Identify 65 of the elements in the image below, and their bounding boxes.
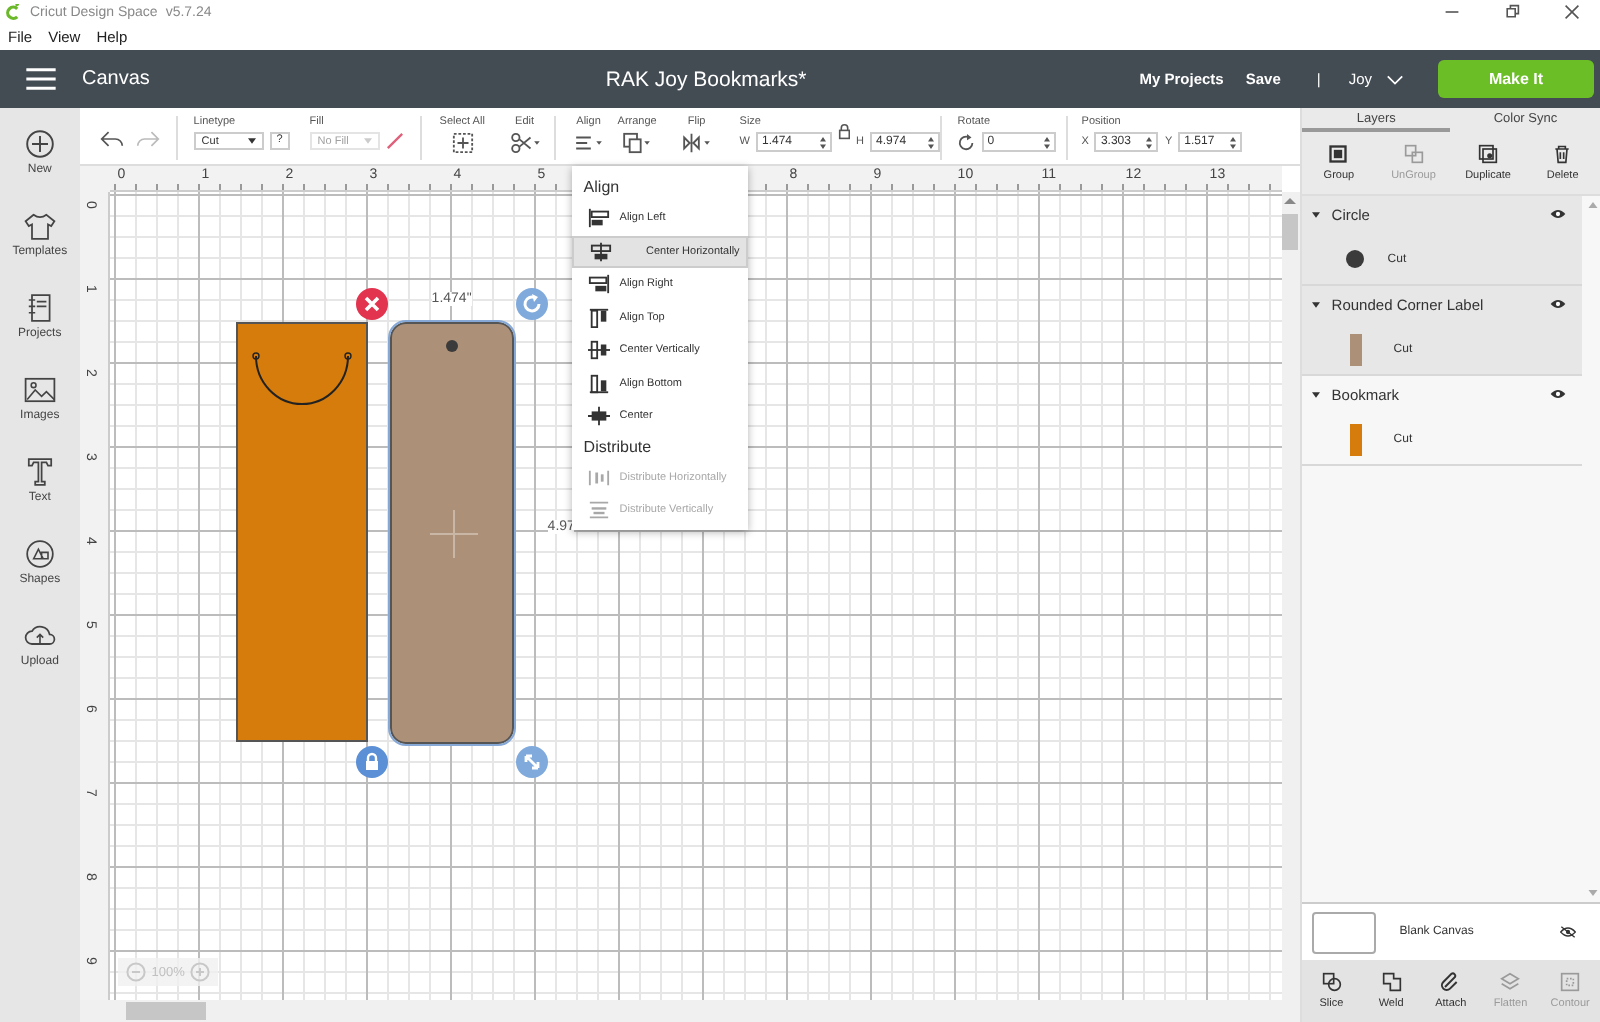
align-icon[interactable] [573,132,604,154]
t-shirt-icon[interactable] [23,210,56,242]
spinner-icon[interactable] [1230,135,1237,149]
chevron-icon[interactable] [1386,73,1404,85]
align-option-icon [587,208,610,229]
image-icon[interactable] [23,374,56,406]
restore-icon[interactable] [1504,4,1520,20]
eye-icon[interactable] [1549,208,1566,220]
text-icon[interactable] [23,456,56,488]
hidden-eye-icon[interactable] [1560,926,1576,938]
group-icon [1328,144,1349,164]
caret-icon [363,138,372,144]
rounded-label-shape[interactable] [389,322,514,744]
spinner-icon[interactable] [819,135,826,149]
align-option-icon [587,406,610,427]
resize-handle-icon[interactable] [515,746,548,778]
spinner-icon[interactable] [1043,135,1050,149]
align-option-icon [587,274,610,295]
align-option-icon [587,467,610,488]
spinner-icon[interactable] [1146,135,1153,149]
caret-icon[interactable] [1311,301,1320,307]
spinner-icon[interactable] [927,135,934,149]
trash-icon [1552,144,1573,164]
app-logo-icon [6,4,22,20]
scrollbar-thumb[interactable] [1282,214,1299,250]
close-icon[interactable] [1564,4,1580,20]
delete-handle-icon[interactable] [355,288,388,320]
align-option-icon [587,340,610,361]
align-option-icon [589,241,612,262]
project-title: RAK Joy Bookmarks* [605,67,807,91]
caret-icon[interactable] [1311,211,1320,217]
menu-icon[interactable] [26,68,56,90]
rotate-handle-icon[interactable] [515,288,548,320]
rotate-icon[interactable] [957,133,976,151]
lock-icon[interactable] [837,124,851,140]
eye-icon[interactable] [1549,388,1566,400]
slice-icon [1321,972,1342,992]
scrollbar-thumb[interactable] [125,1002,206,1020]
undo-icon[interactable] [99,130,124,148]
ungroup-icon [1403,144,1424,164]
scissors-icon[interactable] [509,132,540,154]
caret-icon [247,138,256,144]
select-all-icon[interactable] [451,132,474,154]
align-option-icon [587,307,610,328]
notebook-icon[interactable] [23,292,56,324]
lock-handle-icon[interactable] [355,746,388,778]
shapes-icon[interactable] [23,538,56,570]
hole-shape[interactable] [445,340,458,352]
pen-icon[interactable] [385,132,404,150]
paperclip-icon [1440,972,1461,992]
flip-icon[interactable] [681,132,712,154]
layers-icon [1500,972,1521,992]
new-icon[interactable] [23,128,56,160]
duplicate-icon [1478,144,1499,164]
caret-icon[interactable] [1311,391,1320,397]
section-title: Canvas [82,68,150,90]
eye-icon[interactable] [1549,298,1566,310]
blank-canvas-swatch[interactable] [1311,911,1376,953]
align-option-icon [587,500,610,521]
dropdown-heading: Distribute [581,435,654,459]
align-option-icon [587,373,610,394]
contour-icon [1560,972,1581,992]
arrange-icon[interactable] [622,132,653,154]
center-crosshair-icon [429,510,478,558]
weld-icon [1381,972,1402,992]
